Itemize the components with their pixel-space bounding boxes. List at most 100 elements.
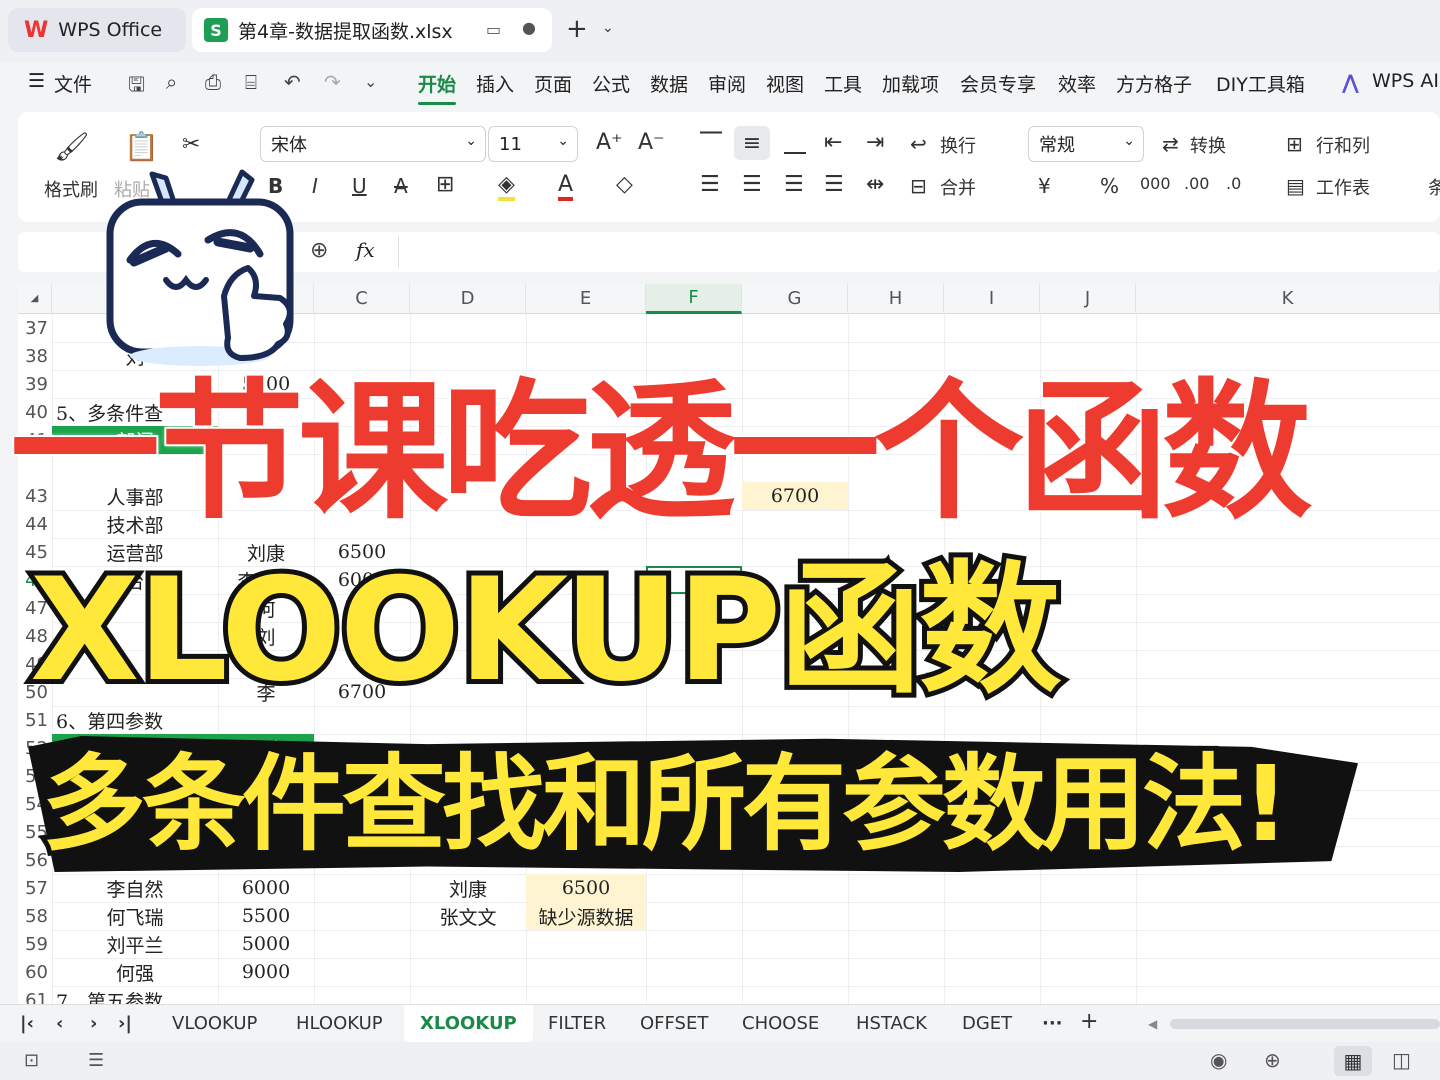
freeze-icon[interactable]: ⊕ — [1264, 1048, 1281, 1072]
sheet-tab[interactable]: OFFSET — [640, 1013, 708, 1034]
indent-decrease-icon[interactable]: ⇤ — [824, 130, 842, 155]
sidebar-toggle-icon[interactable]: ☰ — [88, 1050, 104, 1071]
decimal-increase-icon[interactable]: .00 — [1184, 174, 1209, 193]
number-format-select[interactable]: 常规 ⌄ — [1028, 126, 1144, 162]
normal-view-icon[interactable]: ▦ — [1334, 1046, 1372, 1076]
prev-sheet-icon[interactable]: ‹ — [56, 1013, 63, 1034]
menu-file[interactable]: 文件 — [54, 70, 92, 97]
font-decrease-icon[interactable]: A⁻ — [638, 130, 665, 155]
sheet-tab[interactable]: DGET — [962, 1013, 1012, 1034]
merge-button[interactable]: 合并 — [940, 174, 976, 200]
grid-cell[interactable]: 刘平兰 — [52, 930, 218, 958]
save-icon[interactable]: 🖫 — [128, 70, 145, 104]
column-header[interactable]: E — [526, 284, 646, 314]
column-header[interactable]: F — [646, 284, 742, 314]
justify-icon[interactable]: ☰ — [824, 172, 844, 197]
grid-cell[interactable]: 5500 — [218, 902, 314, 930]
undo-icon[interactable]: ↶ — [284, 70, 301, 94]
print-icon[interactable]: ⎙ — [205, 70, 221, 94]
align-top-icon[interactable]: ⎺ — [700, 130, 722, 155]
column-header[interactable]: H — [848, 284, 944, 314]
row-header[interactable]: 37 — [18, 314, 52, 342]
select-all-corner[interactable]: ◢ — [18, 284, 52, 314]
column-header[interactable]: G — [742, 284, 848, 314]
next-sheet-icon[interactable]: › — [90, 1013, 97, 1034]
sheet-tab[interactable]: CHOOSE — [742, 1013, 819, 1034]
monitor-icon[interactable]: ▭ — [486, 20, 501, 39]
macro-icon[interactable]: ⊡ — [24, 1050, 39, 1071]
row-header[interactable]: 57 — [18, 874, 52, 902]
clear-format-icon[interactable]: ◇ — [616, 172, 633, 197]
font-color-icon[interactable]: A — [558, 172, 574, 201]
strikethrough-icon[interactable]: A — [394, 174, 408, 198]
format-painter-button[interactable]: 格式刷 — [44, 176, 98, 202]
align-right-icon[interactable]: ☰ — [784, 172, 804, 197]
align-bottom-icon[interactable]: ⎽ — [784, 130, 806, 155]
menu-item[interactable]: 工具 — [824, 70, 862, 97]
horizontal-scrollbar[interactable] — [1170, 1019, 1440, 1029]
tab-document[interactable]: S 第4章-数据提取函数.xlsx ▭ ● — [192, 8, 552, 52]
rows-cols-button[interactable]: 行和列 — [1316, 132, 1370, 158]
grid-cell[interactable]: 5000 — [218, 930, 314, 958]
hamburger-icon[interactable]: ☰ — [28, 70, 45, 92]
convert-button[interactable]: 转换 — [1190, 132, 1226, 158]
print-preview-icon[interactable]: ⌸ — [245, 70, 257, 94]
scroll-left-icon[interactable]: ◀ — [1148, 1017, 1157, 1031]
new-tab-icon[interactable]: + — [566, 14, 588, 44]
grid-cell[interactable]: 6000 — [218, 874, 314, 902]
zoom-search-icon[interactable]: ⊕ — [310, 238, 328, 263]
decimal-decrease-icon[interactable]: .0 — [1226, 174, 1241, 193]
row-header[interactable]: 59 — [18, 930, 52, 958]
align-middle-icon[interactable]: ≡ — [734, 126, 770, 160]
menu-item[interactable]: 数据 — [650, 70, 688, 97]
dot-icon[interactable]: ● — [522, 18, 536, 37]
sheet-tab[interactable]: FILTER — [548, 1013, 606, 1034]
first-sheet-icon[interactable]: |‹ — [20, 1013, 34, 1034]
indent-increase-icon[interactable]: ⇥ — [866, 130, 884, 155]
column-header[interactable]: K — [1136, 284, 1440, 314]
align-center-icon[interactable]: ☰ — [742, 172, 762, 197]
border-icon[interactable]: ⊞ — [436, 172, 454, 197]
menu-item[interactable]: DIY工具箱 — [1216, 70, 1305, 97]
menu-wps-ai[interactable]: WPS AI — [1372, 70, 1439, 92]
column-header[interactable]: D — [410, 284, 526, 314]
row-header[interactable]: 60 — [18, 958, 52, 986]
italic-icon[interactable]: I — [312, 174, 318, 198]
grid-cell[interactable]: 6500 — [526, 874, 646, 902]
grid-cell[interactable]: 李自然 — [52, 874, 218, 902]
column-header[interactable]: C — [314, 284, 410, 314]
share-icon[interactable]: ⌕ — [166, 70, 177, 94]
redo-icon[interactable]: ↷ — [324, 70, 341, 94]
menu-item[interactable]: 页面 — [534, 70, 572, 97]
row-header[interactable]: 58 — [18, 902, 52, 930]
column-header[interactable]: I — [944, 284, 1040, 314]
menu-item[interactable]: 加载项 — [882, 70, 939, 97]
align-left-icon[interactable]: ☰ — [700, 172, 720, 197]
menu-item[interactable]: 会员专享 — [960, 70, 1036, 97]
font-name-select[interactable]: 宋体 ⌄ — [260, 126, 486, 162]
grid-cell[interactable]: 缺少源数据 — [526, 902, 646, 930]
percent-icon[interactable]: % — [1100, 174, 1119, 198]
grid-cell[interactable]: 何强 — [52, 958, 218, 986]
underline-icon[interactable]: U — [352, 174, 367, 198]
menu-item[interactable]: 公式 — [592, 70, 630, 97]
thousands-icon[interactable]: 000 — [1140, 174, 1171, 193]
row-header[interactable]: 61 — [18, 986, 52, 1005]
grid-cell[interactable]: 张文文 — [410, 902, 526, 930]
grid-cell[interactable]: 刘康 — [410, 874, 526, 902]
font-size-select[interactable]: 11 ⌄ — [488, 126, 578, 162]
add-sheet-button[interactable]: + — [1080, 1009, 1098, 1034]
sheet-tab[interactable]: VLOOKUP — [172, 1013, 257, 1034]
more-sheets-button[interactable]: ··· — [1042, 1013, 1063, 1034]
grid-cell[interactable]: 9000 — [218, 958, 314, 986]
worksheet-button[interactable]: 工作表 — [1316, 174, 1370, 200]
grid-cell[interactable]: 何飞瑞 — [52, 902, 218, 930]
sheet-tab[interactable]: HSTACK — [856, 1013, 927, 1034]
eye-icon[interactable]: ◉ — [1210, 1048, 1227, 1072]
fill-color-icon[interactable]: ◈ — [498, 172, 515, 201]
column-header[interactable]: J — [1040, 284, 1136, 314]
menu-item[interactable]: 审阅 — [708, 70, 746, 97]
menu-item[interactable]: 方方格子 — [1116, 70, 1192, 97]
menu-item[interactable]: 效率 — [1058, 70, 1096, 97]
cut-icon[interactable]: ✂ — [182, 132, 200, 157]
